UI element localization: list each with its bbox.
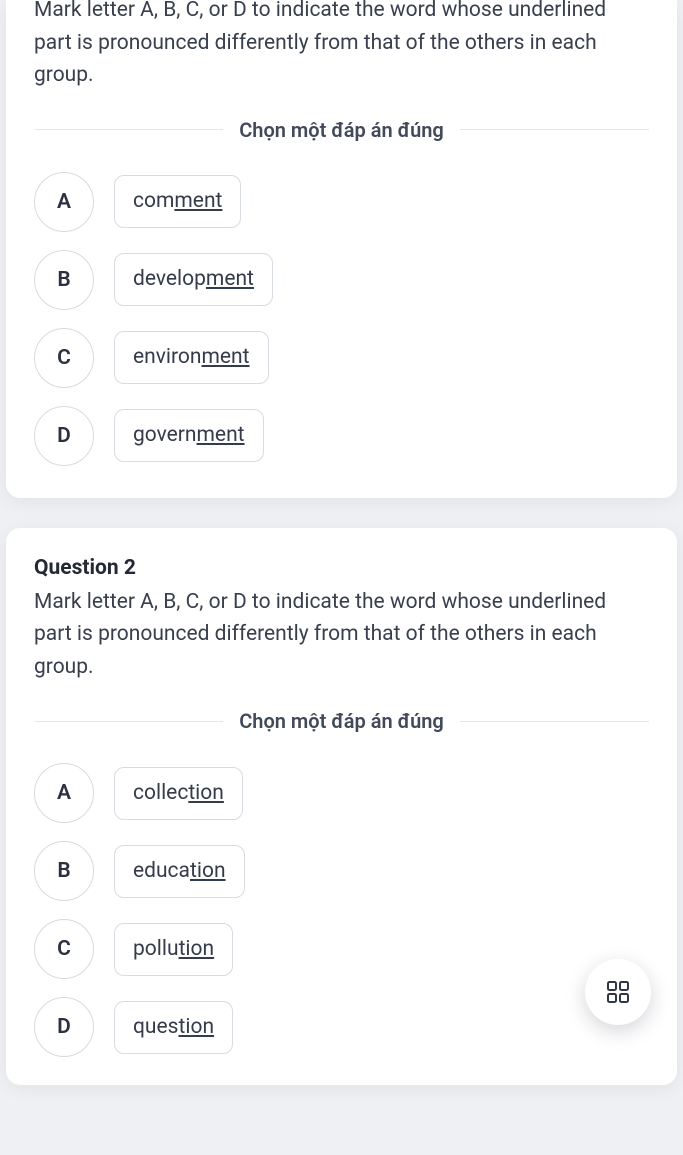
option-row[interactable]: C environment bbox=[34, 328, 649, 388]
option-answer[interactable]: government bbox=[114, 409, 264, 462]
instruction-divider: Chọn một đáp án đúng bbox=[34, 118, 649, 142]
option-answer[interactable]: development bbox=[114, 253, 273, 306]
option-letter[interactable]: A bbox=[34, 172, 94, 232]
option-letter[interactable]: A bbox=[34, 763, 94, 823]
question-card: Mark letter A, B, C, or D to indicate th… bbox=[6, 0, 677, 498]
option-answer[interactable]: collection bbox=[114, 767, 243, 820]
option-answer[interactable]: question bbox=[114, 1001, 233, 1054]
option-row[interactable]: B development bbox=[34, 250, 649, 310]
question-prompt: Mark letter A, B, C, or D to indicate th… bbox=[34, 0, 649, 92]
question-title: Question 2 bbox=[34, 556, 649, 580]
option-letter[interactable]: B bbox=[34, 250, 94, 310]
question-prompt: Mark letter A, B, C, or D to indicate th… bbox=[34, 586, 649, 684]
option-row[interactable]: D government bbox=[34, 406, 649, 466]
option-letter[interactable]: B bbox=[34, 841, 94, 901]
option-row[interactable]: A comment bbox=[34, 172, 649, 232]
option-row[interactable]: B education bbox=[34, 841, 649, 901]
grid-menu-button[interactable] bbox=[585, 959, 651, 1025]
question-card: Question 2 Mark letter A, B, C, or D to … bbox=[6, 528, 677, 1086]
divider-line bbox=[460, 129, 649, 130]
quiz-page: Mark letter A, B, C, or D to indicate th… bbox=[0, 0, 683, 1085]
option-letter[interactable]: D bbox=[34, 406, 94, 466]
option-answer[interactable]: education bbox=[114, 845, 245, 898]
divider-line bbox=[34, 129, 223, 130]
option-row[interactable]: C pollution bbox=[34, 919, 649, 979]
divider-line bbox=[460, 721, 649, 722]
option-answer[interactable]: pollution bbox=[114, 923, 233, 976]
option-letter[interactable]: C bbox=[34, 919, 94, 979]
instruction-label: Chọn một đáp án đúng bbox=[223, 118, 460, 142]
option-letter[interactable]: D bbox=[34, 997, 94, 1057]
option-letter[interactable]: C bbox=[34, 328, 94, 388]
option-answer[interactable]: comment bbox=[114, 175, 241, 228]
grid-icon bbox=[605, 979, 631, 1005]
instruction-divider: Chọn một đáp án đúng bbox=[34, 709, 649, 733]
option-row[interactable]: A collection bbox=[34, 763, 649, 823]
option-answer[interactable]: environment bbox=[114, 331, 269, 384]
instruction-label: Chọn một đáp án đúng bbox=[223, 709, 460, 733]
divider-line bbox=[34, 721, 223, 722]
option-row[interactable]: D question bbox=[34, 997, 649, 1057]
